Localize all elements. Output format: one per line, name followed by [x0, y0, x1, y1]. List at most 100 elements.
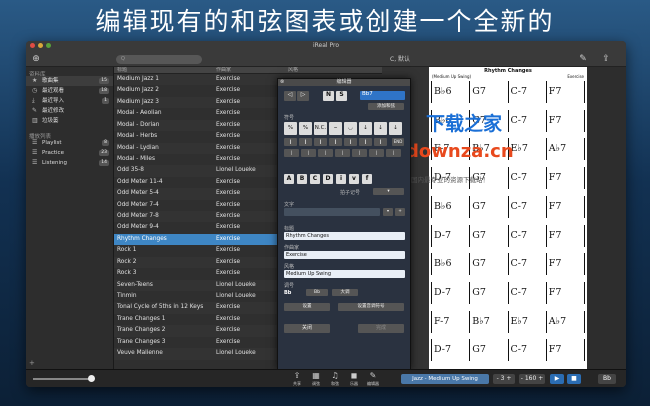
- chart-chord[interactable]: C-7: [507, 224, 546, 247]
- repeat-sign-button[interactable]: ‖: [359, 138, 372, 146]
- bar-line-button[interactable]: |: [352, 149, 367, 157]
- chart-chord[interactable]: C-7: [507, 81, 546, 103]
- key-settings-button[interactable]: 设置音调符号: [338, 303, 404, 311]
- chart-chord[interactable]: C-7: [507, 339, 546, 362]
- prev-bar-button[interactable]: ◁: [284, 91, 296, 101]
- chart-chord[interactable]: F7: [545, 224, 585, 247]
- text-field[interactable]: [284, 208, 380, 216]
- done-button[interactable]: 完成: [358, 324, 404, 333]
- toolbar-tool-button[interactable]: ◼ 乐器: [345, 371, 363, 387]
- tempo-control[interactable]: - 160 +: [519, 374, 545, 384]
- bar-line-button[interactable]: |: [386, 149, 401, 157]
- stop-button[interactable]: ■: [567, 374, 581, 384]
- symbol-button[interactable]: %: [284, 122, 297, 135]
- sidebar-item[interactable]: ★ 歌曲集 15: [26, 76, 113, 86]
- chart-chord[interactable]: D-7: [431, 281, 469, 304]
- chart-chord[interactable]: C-7: [507, 253, 546, 276]
- bar-line-button[interactable]: |: [284, 149, 299, 157]
- section-marker-button[interactable]: C: [310, 174, 320, 184]
- key-transpose-button[interactable]: Bb: [598, 374, 616, 384]
- sidebar-item[interactable]: ⤓ 最近导入 1: [26, 96, 113, 106]
- settings-button[interactable]: 设置: [284, 303, 330, 311]
- bar-line-button[interactable]: |: [301, 149, 316, 157]
- section-marker-button[interactable]: v: [349, 174, 359, 184]
- toolbar-tool-button[interactable]: ♫ 和弦: [326, 371, 344, 387]
- section-marker-button[interactable]: i: [336, 174, 346, 184]
- repeat-sign-button[interactable]: ‖: [314, 138, 327, 146]
- volume-slider[interactable]: [33, 378, 91, 380]
- toolbar-tool-button[interactable]: ⇪ 共享: [288, 371, 306, 387]
- share-icon[interactable]: ⇪: [600, 53, 612, 65]
- section-marker-button[interactable]: A: [284, 174, 294, 184]
- sidebar-item[interactable]: ☰ Playlist 8: [26, 138, 113, 148]
- section-marker-button[interactable]: f: [362, 174, 372, 184]
- volume-knob[interactable]: [88, 375, 95, 382]
- chart-chord[interactable]: D-7: [431, 339, 469, 362]
- search-input[interactable]: Q: [116, 55, 202, 64]
- close-window-button[interactable]: [30, 43, 35, 48]
- chart-chord[interactable]: G7: [469, 253, 507, 276]
- n-button[interactable]: N: [323, 91, 334, 101]
- bar-line-button[interactable]: |: [318, 149, 333, 157]
- text-add-button[interactable]: +: [395, 208, 405, 216]
- chart-chord[interactable]: F7: [545, 253, 585, 276]
- chart-chord[interactable]: F-7: [431, 310, 469, 333]
- chord-input[interactable]: Bb7: [360, 91, 405, 100]
- toolbar-tool-button[interactable]: ▦ 调弦: [307, 371, 325, 387]
- chart-chord[interactable]: G7: [469, 81, 507, 103]
- transpose-control[interactable]: - 3 +: [493, 374, 515, 384]
- chart-chord[interactable]: G7: [469, 195, 507, 218]
- bar-line-button[interactable]: |: [335, 149, 350, 157]
- time-signature-select[interactable]: ▾: [373, 188, 404, 195]
- chart-chord[interactable]: D-7: [431, 224, 469, 247]
- repeat-sign-button[interactable]: ‖: [299, 138, 312, 146]
- chart-chord[interactable]: F7: [545, 281, 585, 304]
- chart-chord[interactable]: F7: [545, 81, 585, 103]
- column-composer[interactable]: 作曲家: [213, 67, 285, 73]
- key-root-select[interactable]: Bb: [306, 289, 328, 296]
- maximize-window-button[interactable]: [46, 43, 51, 48]
- symbol-button[interactable]: ◡: [344, 122, 357, 135]
- chart-chord[interactable]: A♭7: [545, 310, 585, 333]
- key-mode-select[interactable]: 大调: [332, 289, 358, 296]
- symbol-button[interactable]: ↓: [374, 122, 387, 135]
- symbol-button[interactable]: %: [299, 122, 312, 135]
- repeat-sign-button[interactable]: ‖: [374, 138, 387, 146]
- chart-chord[interactable]: C-7: [507, 281, 546, 304]
- chart-chord[interactable]: F7: [545, 109, 585, 132]
- repeat-sign-button[interactable]: ‖: [344, 138, 357, 146]
- composer-field[interactable]: Exercise: [284, 251, 405, 259]
- chart-chord[interactable]: B♭6: [431, 253, 469, 276]
- toolbar-tool-button[interactable]: ✎ 编辑器: [364, 371, 382, 387]
- chart-chord[interactable]: F7: [545, 167, 585, 190]
- add-chord-button[interactable]: 添加和弦: [368, 103, 404, 110]
- symbol-button[interactable]: ↓: [389, 122, 402, 135]
- sidebar-item[interactable]: ☰ Listening 14: [26, 158, 113, 168]
- sidebar-item[interactable]: ◷ 最近观看 18: [26, 86, 113, 96]
- section-marker-button[interactable]: D: [323, 174, 333, 184]
- style-select[interactable]: Jazz - Medium Up Swing: [401, 374, 489, 384]
- symbol-button[interactable]: ⌢: [329, 122, 342, 135]
- globe-icon[interactable]: ⊕: [30, 53, 42, 65]
- chart-chord[interactable]: C-7: [507, 167, 546, 190]
- text-dropdown[interactable]: ▾: [383, 208, 393, 216]
- chart-chord[interactable]: E♭7: [507, 310, 546, 333]
- next-bar-button[interactable]: ▷: [297, 91, 309, 101]
- chart-chord[interactable]: G7: [469, 281, 507, 304]
- editor-close-icon[interactable]: ⊗: [280, 79, 284, 86]
- chart-chord[interactable]: A♭7: [545, 138, 585, 161]
- bar-line-button[interactable]: |: [369, 149, 384, 157]
- s-button[interactable]: S: [336, 91, 347, 101]
- play-button[interactable]: ▶: [550, 374, 564, 384]
- close-button[interactable]: 关闭: [284, 324, 330, 333]
- chart-chord[interactable]: B♭6: [431, 81, 469, 103]
- chart-chord[interactable]: F7: [545, 339, 585, 362]
- edit-icon[interactable]: ✎: [577, 53, 589, 65]
- title-field[interactable]: Rhythm Changes: [284, 232, 405, 240]
- minimize-window-button[interactable]: [38, 43, 43, 48]
- repeat-sign-button[interactable]: ‖: [329, 138, 342, 146]
- sidebar-item[interactable]: ✎ 最近修改: [26, 106, 113, 116]
- chart-chord[interactable]: B♭7: [469, 310, 507, 333]
- add-playlist-icon[interactable]: +: [29, 359, 35, 367]
- column-style[interactable]: 风格: [285, 67, 382, 73]
